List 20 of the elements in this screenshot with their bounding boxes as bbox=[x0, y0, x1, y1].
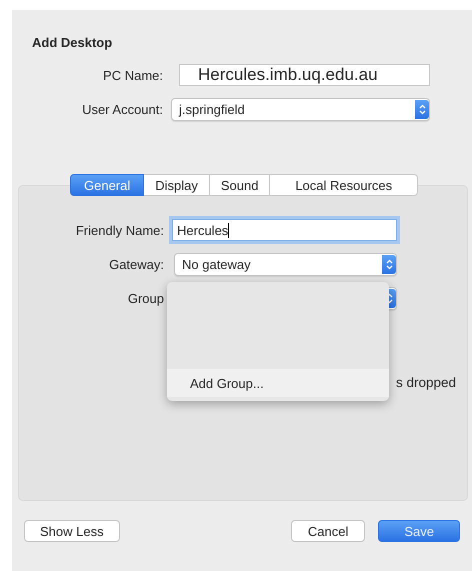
cancel-button[interactable]: Cancel bbox=[290, 520, 366, 542]
field-label: User Account: bbox=[82, 102, 163, 116]
menu-item[interactable]: Add Group... bbox=[167, 369, 389, 397]
option-label: s dropped bbox=[396, 375, 456, 390]
field-label: PC Name: bbox=[103, 68, 163, 82]
stepper-icon bbox=[386, 258, 392, 270]
dialog-title: Add Desktop bbox=[32, 35, 112, 51]
field-label: Group bbox=[128, 290, 164, 306]
field-label: Friendly Name: bbox=[76, 222, 164, 238]
stepper-icon bbox=[418, 104, 426, 114]
tab[interactable]: Local Resources bbox=[270, 174, 418, 196]
tab[interactable]: General bbox=[70, 174, 144, 196]
text-field[interactable]: Hercules bbox=[172, 219, 397, 241]
tab[interactable]: Sound bbox=[210, 174, 270, 196]
show-less-button[interactable]: Show Less bbox=[24, 520, 120, 542]
popup-button[interactable]: j.springfield bbox=[171, 98, 430, 120]
field-label: Gateway: bbox=[109, 256, 164, 272]
tab[interactable]: Display bbox=[144, 174, 210, 196]
text-field[interactable]: Hercules.imb.uq.edu.au bbox=[179, 64, 430, 86]
popup-button[interactable]: No gateway bbox=[174, 252, 397, 276]
